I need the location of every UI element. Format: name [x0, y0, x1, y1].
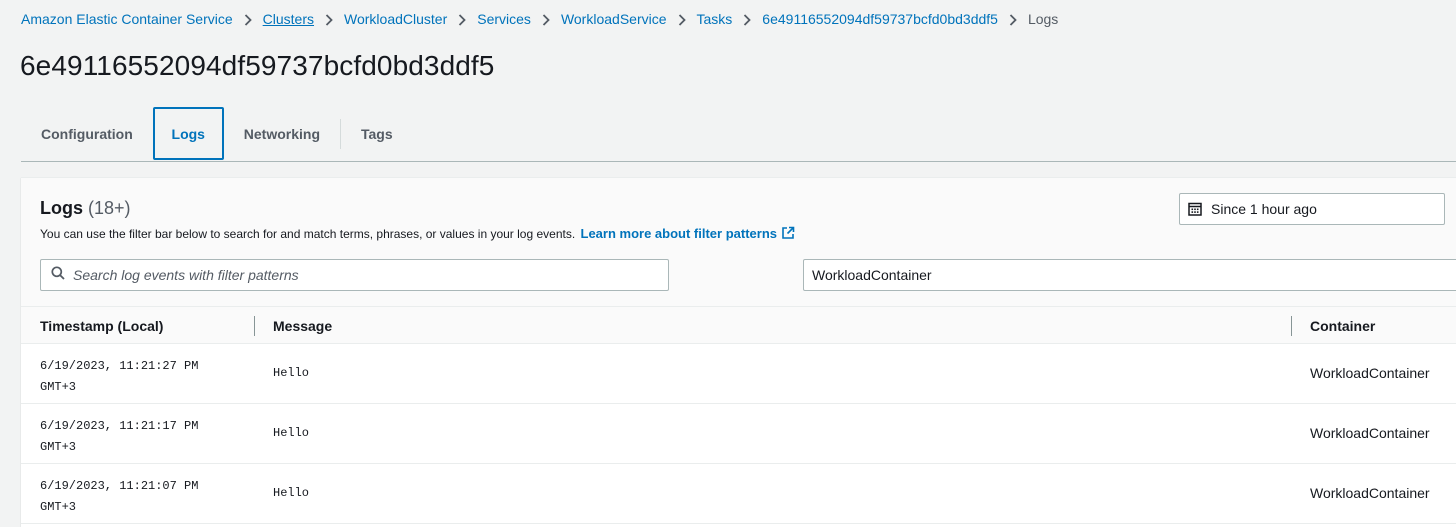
breadcrumb-cluster[interactable]: WorkloadCluster [344, 11, 447, 27]
table-row[interactable]: 6/19/2023, 11:21:07 PM GMT+3 Hello Workl… [21, 464, 1456, 524]
logs-panel-header: Logs (18+) You can use the filter bar be… [21, 178, 1456, 306]
container-cell: WorkloadContainer [1310, 425, 1430, 441]
breadcrumb: Amazon Elastic Container Service Cluster… [21, 10, 1058, 28]
chevron-right-icon [447, 11, 477, 27]
timestamp-zone: GMT+3 [40, 500, 77, 514]
logs-heading-label: Logs [40, 198, 83, 218]
page-title: 6e49116552094df59737bcfd0bd3ddf5 [20, 50, 495, 81]
timestamp-datetime: 6/19/2023, 11:21:07 PM [40, 479, 199, 493]
container-filter-value: WorkloadContainer [812, 267, 932, 283]
external-link-icon [781, 226, 795, 243]
timestamp-cell: 6/19/2023, 11:21:27 PM GMT+3 [40, 356, 240, 398]
timestamp-cell: 6/19/2023, 11:21:17 PM GMT+3 [40, 416, 240, 458]
tab-bar: Configuration Logs Networking Tags [21, 107, 1456, 162]
log-events-table: Timestamp (Local) Message Container 6/19… [21, 306, 1456, 524]
message-cell: Hello [273, 426, 310, 440]
breadcrumb-task[interactable]: 6e49116552094df59737bcfd0bd3ddf5 [762, 11, 998, 27]
chevron-right-icon [233, 11, 263, 27]
container-cell: WorkloadContainer [1310, 485, 1430, 501]
timestamp-zone: GMT+3 [40, 380, 77, 394]
timestamp-datetime: 6/19/2023, 11:21:27 PM [40, 359, 199, 373]
search-icon [51, 265, 65, 285]
tab-networking[interactable]: Networking [224, 107, 340, 160]
container-filter-select[interactable]: WorkloadContainer [803, 259, 1456, 291]
calendar-icon [1188, 202, 1202, 216]
timestamp-cell: 6/19/2023, 11:21:07 PM GMT+3 [40, 476, 240, 518]
breadcrumb-clusters[interactable]: Clusters [263, 11, 314, 27]
log-search-input[interactable] [71, 266, 651, 284]
column-header-timestamp[interactable]: Timestamp (Local) [40, 307, 163, 345]
timestamp-datetime: 6/19/2023, 11:21:17 PM [40, 419, 199, 433]
column-divider[interactable] [254, 316, 255, 336]
logs-heading: Logs (18+) [40, 198, 131, 219]
breadcrumb-current: Logs [1027, 11, 1059, 27]
tab-logs[interactable]: Logs [152, 107, 224, 160]
column-divider[interactable] [1291, 316, 1292, 336]
logs-count: (18+) [88, 198, 131, 218]
learn-more-link[interactable]: Learn more about filter patterns [581, 226, 795, 241]
log-search-box[interactable] [40, 259, 669, 291]
message-cell: Hello [273, 366, 310, 380]
learn-more-label: Learn more about filter patterns [580, 226, 777, 241]
breadcrumb-tasks[interactable]: Tasks [697, 11, 733, 27]
chevron-right-icon [998, 11, 1028, 27]
chevron-right-icon [314, 11, 344, 27]
table-header: Timestamp (Local) Message Container [21, 306, 1456, 344]
time-range-selector[interactable]: Since 1 hour ago [1179, 193, 1445, 225]
breadcrumb-services[interactable]: Services [477, 11, 531, 27]
logs-description: You can use the filter bar below to sear… [40, 226, 795, 243]
time-range-label: Since 1 hour ago [1211, 201, 1317, 217]
timestamp-zone: GMT+3 [40, 440, 77, 454]
column-header-container[interactable]: Container [1310, 307, 1375, 345]
breadcrumb-ecs[interactable]: Amazon Elastic Container Service [21, 11, 233, 27]
table-row[interactable]: 6/19/2023, 11:21:17 PM GMT+3 Hello Workl… [21, 404, 1456, 464]
logs-panel: Logs (18+) You can use the filter bar be… [21, 177, 1456, 527]
table-row[interactable]: 6/19/2023, 11:21:27 PM GMT+3 Hello Workl… [21, 344, 1456, 404]
tab-configuration[interactable]: Configuration [21, 107, 153, 160]
chevron-right-icon [732, 11, 762, 27]
breadcrumb-service[interactable]: WorkloadService [561, 11, 667, 27]
chevron-right-icon [667, 11, 697, 27]
container-cell: WorkloadContainer [1310, 365, 1430, 381]
tab-tags[interactable]: Tags [341, 107, 413, 160]
chevron-right-icon [531, 11, 561, 27]
logs-description-text: You can use the filter bar below to sear… [40, 227, 576, 241]
message-cell: Hello [273, 486, 310, 500]
column-header-message[interactable]: Message [273, 307, 332, 345]
